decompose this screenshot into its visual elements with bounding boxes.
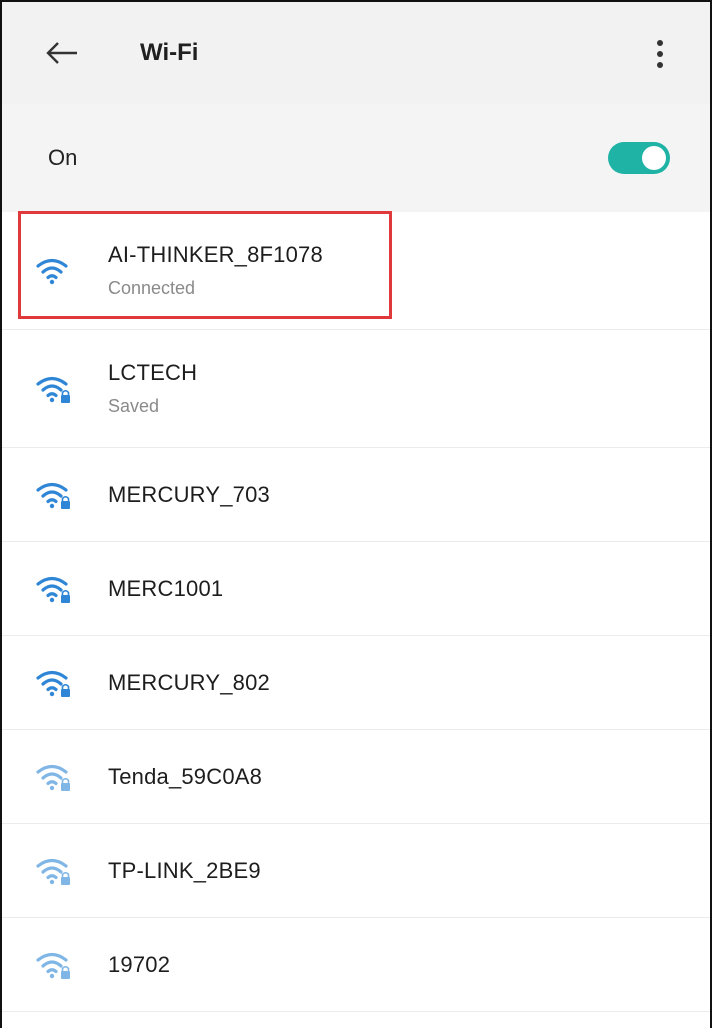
back-button[interactable] [32,23,92,83]
network-item[interactable]: TP-LINK_2BE9 [2,824,710,918]
wifi-icon [36,255,72,287]
network-ssid: LCTECH [108,360,198,385]
wifi-lock-icon [36,373,72,405]
more-options-button[interactable] [632,24,688,84]
wifi-toggle-switch[interactable] [608,142,670,174]
network-list: AI-THINKER_8F1078 Connected LCTECH Saved MER… [2,212,710,1012]
network-texts: MERCURY_703 [108,482,270,508]
network-item[interactable]: AI-THINKER_8F1078 Connected [2,212,710,330]
network-texts: Tenda_59C0A8 [108,764,262,790]
switch-knob [642,146,666,170]
network-status: Saved [108,396,160,416]
network-ssid: MERCURY_703 [108,481,270,507]
arrow-left-icon [46,42,77,64]
wifi-lock-icon [36,949,72,981]
wifi-toggle-label: On [48,145,78,170]
page-title: Wi-Fi [140,39,199,66]
network-ssid: AI-THINKER_8F1078 [108,242,323,267]
network-item[interactable]: Tenda_59C0A8 [2,730,710,824]
wifi-settings-screen: Wi-Fi On AI-THINKER_8F1078 Connected LCTEC… [0,0,712,1028]
wifi-lock-icon [36,573,72,605]
network-item[interactable]: 19702 [2,918,710,1012]
more-vert-icon [657,40,663,68]
network-texts: 19702 [108,952,170,978]
network-texts: MERCURY_802 [108,670,270,696]
network-ssid: MERC1001 [108,575,224,601]
wifi-lock-icon [36,667,72,699]
network-texts: LCTECH Saved [108,360,197,417]
network-ssid: MERCURY_802 [108,669,270,695]
network-texts: TP-LINK_2BE9 [108,858,261,884]
network-ssid: Tenda_59C0A8 [108,763,263,789]
network-item[interactable]: MERC1001 [2,542,710,636]
wifi-toggle-row[interactable]: On [2,104,710,212]
network-ssid: 19702 [108,951,171,977]
network-texts: AI-THINKER_8F1078 Connected [108,242,323,299]
app-bar: Wi-Fi [2,2,710,104]
wifi-lock-icon [36,855,72,887]
wifi-lock-icon [36,479,72,511]
network-texts: MERC1001 [108,576,223,602]
network-item[interactable]: MERCURY_703 [2,448,710,542]
wifi-lock-icon [36,761,72,793]
network-status: Connected [108,278,196,298]
network-ssid: TP-LINK_2BE9 [108,857,261,883]
network-item[interactable]: MERCURY_802 [2,636,710,730]
network-item[interactable]: LCTECH Saved [2,330,710,448]
